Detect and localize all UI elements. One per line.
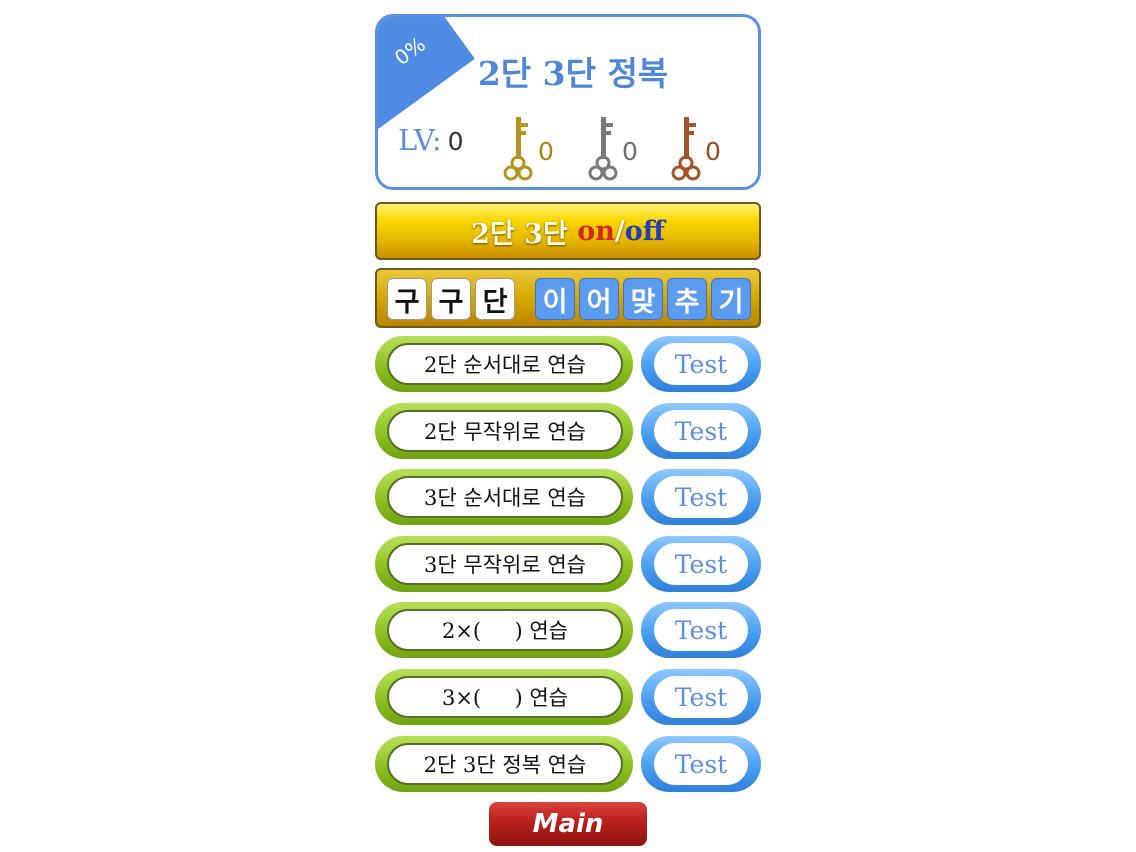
- game-title-tile: 어: [579, 278, 619, 320]
- practice-row: 2×( ) 연습 Test: [375, 602, 761, 658]
- test-label: Test: [654, 476, 748, 518]
- game-title-tile: 맞: [623, 278, 663, 320]
- test-label: Test: [654, 743, 748, 785]
- practice-label: 2단 3단 정복 연습: [387, 743, 623, 785]
- practice-label: 2단 무작위로 연습: [387, 410, 623, 452]
- test-button[interactable]: Test: [641, 336, 761, 392]
- practice-button[interactable]: 3단 무작위로 연습: [375, 536, 633, 592]
- toggle-slash: /: [614, 215, 625, 247]
- test-button[interactable]: Test: [641, 602, 761, 658]
- practice-row: 3×( ) 연습 Test: [375, 669, 761, 725]
- practice-label: 2단 순서대로 연습: [387, 343, 623, 385]
- bronze-key-icon: [671, 113, 701, 183]
- practice-button[interactable]: 2단 순서대로 연습: [375, 336, 633, 392]
- toggle-off-label: off: [624, 215, 665, 247]
- gold-key-count: 0: [538, 137, 554, 166]
- practice-row: 2단 무작위로 연습 Test: [375, 403, 761, 459]
- toggle-prefix: 2단 3단: [471, 218, 578, 250]
- test-button[interactable]: Test: [641, 469, 761, 525]
- practice-row: 2단 3단 정복 연습 Test: [375, 736, 761, 792]
- game-title-tile: 구: [431, 278, 471, 320]
- test-button[interactable]: Test: [641, 669, 761, 725]
- test-button[interactable]: Test: [641, 536, 761, 592]
- practice-row: 2단 순서대로 연습 Test: [375, 336, 761, 392]
- test-label: Test: [654, 609, 748, 651]
- level-label: LV:: [398, 123, 442, 157]
- test-label: Test: [654, 543, 748, 585]
- silver-key-icon: [588, 113, 618, 183]
- level-value: 0: [447, 127, 464, 156]
- game-title-tile: 단: [475, 278, 515, 320]
- practice-button[interactable]: 3단 순서대로 연습: [375, 469, 633, 525]
- test-label: Test: [654, 343, 748, 385]
- game-title-tile: 구: [387, 278, 427, 320]
- page-title: 2단 3단 정복: [477, 54, 669, 93]
- practice-row: 3단 순서대로 연습 Test: [375, 469, 761, 525]
- practice-label: 3단 무작위로 연습: [387, 543, 623, 585]
- practice-button[interactable]: 2단 무작위로 연습: [375, 403, 633, 459]
- matching-game-button[interactable]: 구 구 단 이 어 맞 추 기: [375, 268, 761, 328]
- sound-toggle-button[interactable]: 2단 3단 on / off: [375, 202, 761, 260]
- practice-label: 3×( ) 연습: [387, 676, 623, 718]
- test-label: Test: [654, 410, 748, 452]
- game-title-tile: 추: [667, 278, 707, 320]
- practice-button[interactable]: 3×( ) 연습: [375, 669, 633, 725]
- test-label: Test: [654, 676, 748, 718]
- game-title-tile: 기: [711, 278, 751, 320]
- toggle-on-label: on: [577, 215, 615, 247]
- practice-label: 2×( ) 연습: [387, 609, 623, 651]
- main-button[interactable]: Main: [489, 802, 647, 846]
- progress-card: 0% 2단 3단 정복 LV: 0 0 0 0: [375, 14, 761, 190]
- practice-button[interactable]: 2×( ) 연습: [375, 602, 633, 658]
- level-display: LV: 0: [398, 123, 464, 157]
- practice-label: 3단 순서대로 연습: [387, 476, 623, 518]
- silver-key-count: 0: [622, 137, 638, 166]
- app-column: 0% 2단 3단 정복 LV: 0 0 0 0 2단 3단 on / off 구…: [375, 0, 761, 852]
- bronze-key-count: 0: [705, 137, 721, 166]
- gold-key-icon: [503, 113, 533, 183]
- practice-button[interactable]: 2단 3단 정복 연습: [375, 736, 633, 792]
- test-button[interactable]: Test: [641, 736, 761, 792]
- test-button[interactable]: Test: [641, 403, 761, 459]
- practice-row: 3단 무작위로 연습 Test: [375, 536, 761, 592]
- game-title-tile: 이: [535, 278, 575, 320]
